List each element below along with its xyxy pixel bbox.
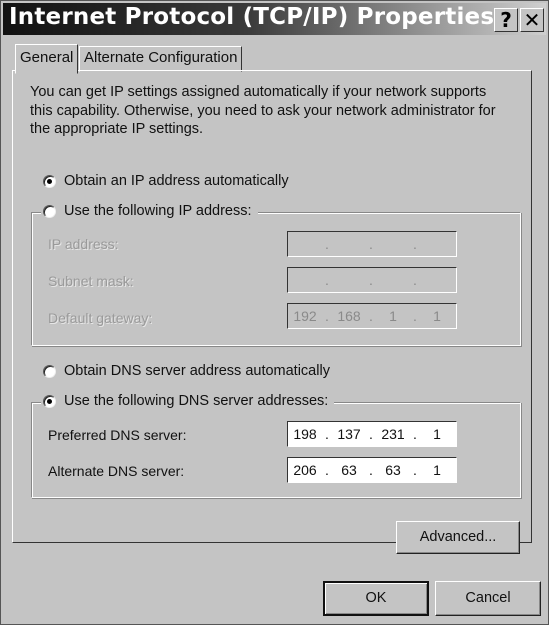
octet: 198 bbox=[293, 426, 317, 442]
title-bar: Internet Protocol (TCP/IP) Properties ? … bbox=[3, 3, 546, 35]
radio-label: Use the following DNS server addresses: bbox=[64, 393, 329, 409]
dns-server-group bbox=[31, 402, 521, 498]
default-gateway-input[interactable]: 192. 168. 1. 1 bbox=[287, 303, 457, 329]
radio-label: Obtain an IP address automatically bbox=[64, 173, 289, 189]
tab-general[interactable]: General bbox=[15, 44, 79, 74]
description-text: You can get IP settings assigned automat… bbox=[30, 84, 496, 137]
octet-separator: . bbox=[325, 426, 329, 442]
ip-address-input[interactable]: . . . bbox=[287, 231, 457, 257]
octet: 137 bbox=[337, 426, 361, 442]
octet: 231 bbox=[381, 426, 405, 442]
octet: 1 bbox=[389, 308, 397, 324]
octet-separator: . bbox=[413, 426, 417, 442]
alternate-dns-label: Alternate DNS server: bbox=[48, 463, 185, 479]
radio-button-unchecked[interactable] bbox=[43, 204, 56, 218]
radio-button-unchecked[interactable] bbox=[43, 364, 56, 378]
octet-separator: . bbox=[325, 236, 329, 252]
ip-address-label: IP address: bbox=[48, 236, 119, 252]
radio-label: Obtain DNS server address automatically bbox=[64, 363, 330, 379]
octet: 206 bbox=[293, 462, 317, 478]
octet-separator: . bbox=[369, 308, 373, 324]
help-icon: ? bbox=[500, 8, 512, 32]
preferred-dns-label: Preferred DNS server: bbox=[48, 427, 187, 443]
radio-use-following-ip[interactable]: Use the following IP address: bbox=[41, 203, 258, 219]
default-gateway-label: Default gateway: bbox=[48, 310, 153, 326]
octet-separator: . bbox=[325, 462, 329, 478]
octet-separator: . bbox=[413, 272, 417, 288]
octet-separator: . bbox=[369, 236, 373, 252]
ok-button[interactable]: OK bbox=[323, 581, 429, 616]
octet: 1 bbox=[433, 308, 441, 324]
cancel-button[interactable]: Cancel bbox=[435, 581, 541, 616]
octet-separator: . bbox=[325, 272, 329, 288]
advanced-button[interactable]: Advanced... bbox=[396, 521, 520, 554]
subnet-mask-input[interactable]: . . . bbox=[287, 267, 457, 293]
radio-obtain-ip-automatically[interactable]: Obtain an IP address automatically bbox=[43, 173, 295, 189]
octet-separator: . bbox=[369, 426, 373, 442]
close-button[interactable]: ✕ bbox=[520, 8, 544, 32]
preferred-dns-input[interactable]: 198. 137. 231. 1 bbox=[287, 421, 457, 447]
octet: 1 bbox=[433, 426, 441, 442]
radio-button-checked[interactable] bbox=[43, 174, 56, 188]
subnet-mask-label: Subnet mask: bbox=[48, 273, 134, 289]
tab-alternate-configuration[interactable]: Alternate Configuration bbox=[79, 46, 243, 72]
help-button[interactable]: ? bbox=[494, 8, 518, 32]
close-icon: ✕ bbox=[523, 8, 541, 32]
octet: 1 bbox=[433, 462, 441, 478]
octet: 192 bbox=[293, 308, 317, 324]
tcpip-properties-dialog: Internet Protocol (TCP/IP) Properties ? … bbox=[0, 0, 549, 625]
octet-separator: . bbox=[325, 308, 329, 324]
window-title: Internet Protocol (TCP/IP) Properties bbox=[9, 4, 495, 30]
octet-separator: . bbox=[413, 308, 417, 324]
octet-separator: . bbox=[369, 272, 373, 288]
radio-button-checked[interactable] bbox=[43, 394, 56, 408]
radio-use-following-dns[interactable]: Use the following DNS server addresses: bbox=[41, 393, 335, 409]
octet: 63 bbox=[385, 462, 401, 478]
octet: 63 bbox=[341, 462, 357, 478]
octet-separator: . bbox=[369, 462, 373, 478]
radio-obtain-dns-automatically[interactable]: Obtain DNS server address automatically bbox=[43, 363, 336, 379]
octet-separator: . bbox=[413, 462, 417, 478]
radio-label: Use the following IP address: bbox=[64, 203, 252, 219]
alternate-dns-input[interactable]: 206. 63. 63. 1 bbox=[287, 457, 457, 483]
octet-separator: . bbox=[413, 236, 417, 252]
octet: 168 bbox=[337, 308, 361, 324]
